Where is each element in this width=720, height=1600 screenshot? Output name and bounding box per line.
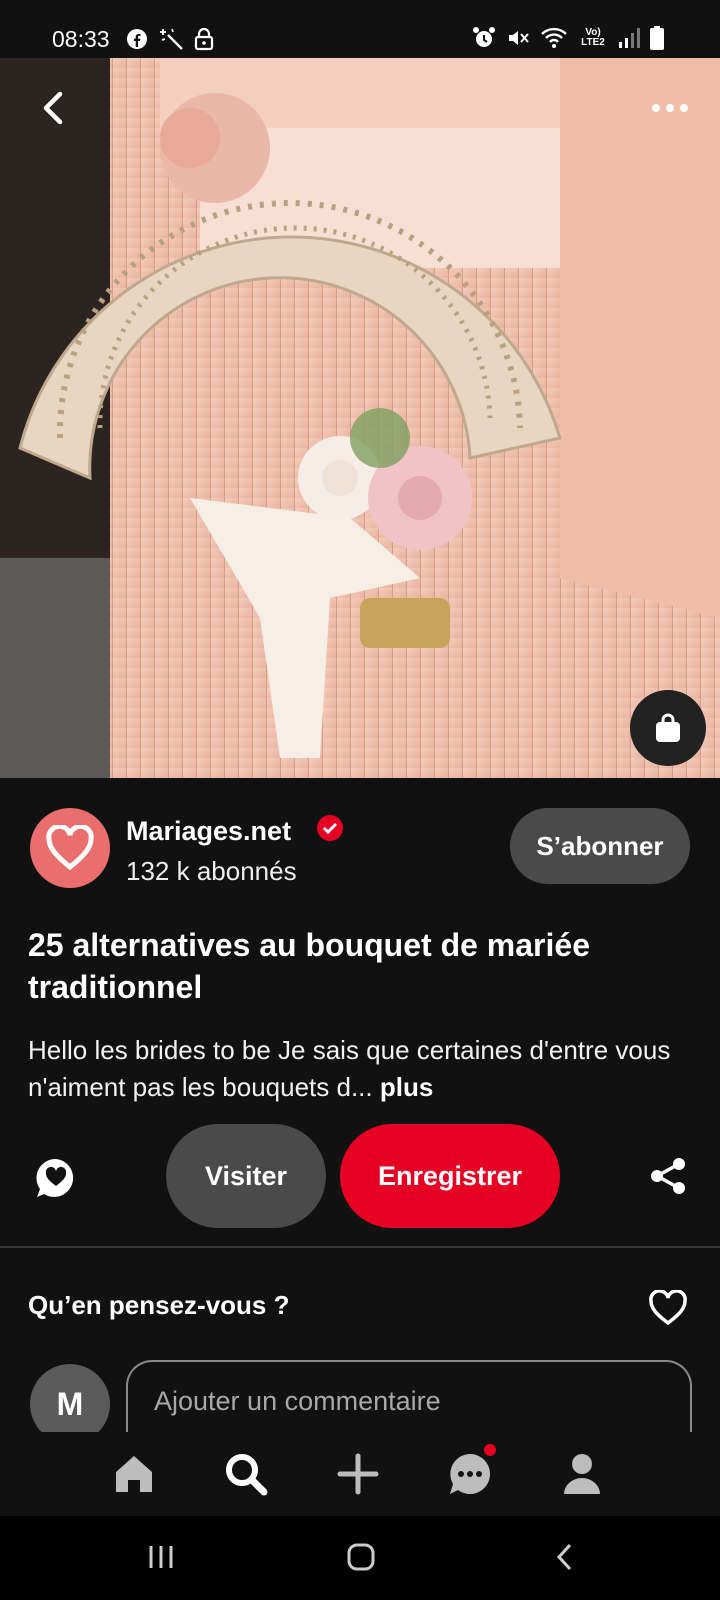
- lens-button[interactable]: [630, 690, 706, 766]
- pin-description: Hello les brides to be Je sais que certa…: [28, 1032, 698, 1106]
- creator-name[interactable]: Mariages.net: [126, 816, 291, 847]
- system-navigation-bar: [0, 1516, 720, 1600]
- battery-icon: [650, 26, 664, 50]
- visit-button[interactable]: Visiter: [166, 1124, 326, 1228]
- magic-wand-icon: [160, 28, 183, 50]
- notification-dot: [484, 1444, 496, 1456]
- profile-icon[interactable]: [558, 1450, 606, 1498]
- home-button-icon[interactable]: [346, 1542, 376, 1572]
- follow-button[interactable]: S’abonner: [510, 808, 690, 884]
- system-back-icon[interactable]: [552, 1542, 578, 1572]
- facebook-icon: [127, 29, 147, 49]
- recent-apps-icon[interactable]: [146, 1542, 176, 1572]
- bouquet-fan-photo: [0, 58, 720, 778]
- share-icon[interactable]: [648, 1156, 688, 1196]
- pin-image[interactable]: [0, 58, 720, 778]
- back-icon[interactable]: [34, 88, 74, 128]
- signal-icon: [619, 28, 640, 48]
- creator-avatar[interactable]: [30, 808, 110, 888]
- verified-badge-icon: [317, 815, 343, 841]
- comment-prompt: Qu’en pensez-vous ?: [28, 1290, 290, 1320]
- messages-tab[interactable]: [446, 1444, 496, 1498]
- mute-icon: [509, 31, 529, 45]
- search-icon[interactable]: [222, 1450, 270, 1498]
- status-bar: 08:33 Vo) LTE2: [0, 0, 720, 58]
- more-link[interactable]: plus: [380, 1072, 433, 1102]
- create-icon[interactable]: [334, 1450, 382, 1498]
- description-text: Hello les brides to be Je sais que certa…: [28, 1035, 671, 1102]
- wifi-icon: [541, 27, 567, 48]
- network-type-label: Vo) LTE2: [581, 27, 605, 48]
- messages-icon: [450, 1454, 490, 1494]
- follower-count: 132 k abonnés: [126, 856, 297, 886]
- home-icon[interactable]: [110, 1450, 158, 1498]
- status-time: 08:33: [52, 26, 110, 52]
- shopping-bag-icon: [656, 713, 680, 742]
- alarm-icon: [473, 27, 495, 47]
- more-icon[interactable]: [650, 98, 690, 118]
- heart-logo-icon: [46, 825, 94, 871]
- heart-icon[interactable]: [648, 1290, 688, 1326]
- pin-title: 25 alternatives au bouquet de mariée tra…: [28, 927, 590, 1005]
- creator-row: Mariages.net 132 k abonnés S’abonner: [30, 808, 690, 890]
- comment-input[interactable]: [126, 1360, 692, 1440]
- comment-icon[interactable]: [34, 1156, 78, 1200]
- lock-icon: [194, 27, 214, 51]
- bottom-tab-bar: [0, 1432, 720, 1516]
- save-button[interactable]: Enregistrer: [340, 1124, 560, 1228]
- divider: [0, 1246, 720, 1248]
